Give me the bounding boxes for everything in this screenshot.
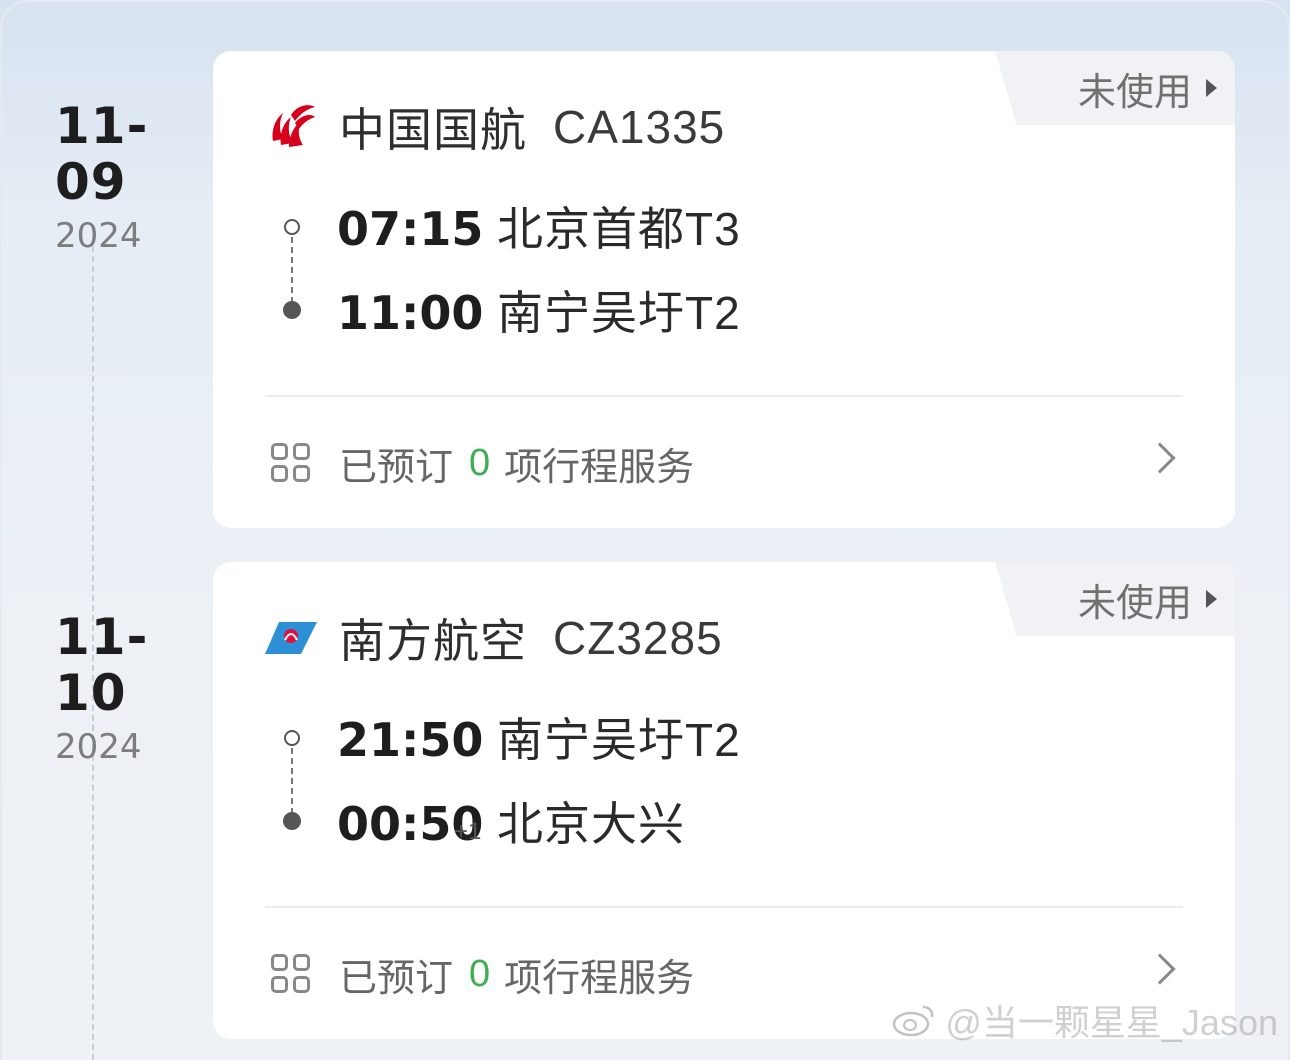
departure-dot-icon <box>284 730 300 746</box>
card-divider <box>265 906 1183 908</box>
airline-row: 中国国航 CA1335 <box>265 99 726 156</box>
segment-route-icon <box>281 714 305 844</box>
status-label: 未使用 <box>1077 582 1192 625</box>
services-prefix: 已预订 <box>339 446 454 489</box>
caret-right-icon <box>1206 590 1217 608</box>
trip-month-day: 11-10 <box>55 608 149 722</box>
chevron-right-icon <box>1144 442 1176 474</box>
services-count: 0 <box>469 441 491 484</box>
route-dashed-line <box>291 237 293 303</box>
arrival-day-offset: +1 <box>454 818 482 845</box>
flight-card[interactable]: 未使用 中国国航 CA1335 07:15 北京首都T3 11:00 南宁吴圩T… <box>213 51 1235 528</box>
trip-services-row[interactable]: 已预订 0 项行程服务 <box>269 435 1179 491</box>
route-dashed-line <box>291 748 293 814</box>
services-count: 0 <box>469 952 491 995</box>
arrival-airport: 南宁吴圩T2 <box>497 287 741 339</box>
status-tab[interactable]: 未使用 <box>995 562 1235 636</box>
services-suffix: 项行程服务 <box>504 957 695 1000</box>
departure-airport: 南宁吴圩T2 <box>497 714 741 766</box>
card-divider <box>265 395 1183 397</box>
caret-right-icon <box>1206 79 1217 97</box>
flight-number: CZ3285 <box>553 612 723 664</box>
services-prefix: 已预订 <box>339 957 454 1000</box>
watermark: @当一颗星星_Jason <box>891 994 1278 1046</box>
departure-time: 21:50 <box>337 713 484 767</box>
trip-year: 2024 <box>55 216 142 256</box>
segment-route-icon <box>281 203 305 333</box>
arrival-dot-icon <box>283 812 301 830</box>
arrival-airport: 北京大兴 <box>497 798 685 850</box>
trip-date: 11-09 2024 <box>55 98 195 256</box>
status-label: 未使用 <box>1077 71 1192 114</box>
weibo-icon <box>893 1005 934 1037</box>
flight-number: CA1335 <box>553 101 726 153</box>
airline-name: 中国国航 <box>339 104 527 156</box>
chevron-right-icon <box>1144 953 1176 985</box>
status-tab[interactable]: 未使用 <box>995 51 1235 125</box>
services-suffix: 项行程服务 <box>504 446 695 489</box>
trip-month-day: 11-09 <box>55 97 149 211</box>
china-southern-logo-icon <box>265 622 317 654</box>
grid-icon <box>269 952 313 996</box>
airline-name: 南方航空 <box>339 615 527 667</box>
grid-icon <box>269 441 313 485</box>
departure-airport: 北京首都T3 <box>497 203 741 255</box>
departure-dot-icon <box>284 219 300 235</box>
departure-time: 07:15 <box>337 202 484 256</box>
arrival-dot-icon <box>283 301 301 319</box>
airline-row: 南方航空 CZ3285 <box>265 610 723 667</box>
flight-card[interactable]: 未使用 南方航空 CZ3285 21:50 南宁吴圩T2 00:50 +1 北京… <box>213 562 1235 1039</box>
trip-date: 11-10 2024 <box>55 609 195 767</box>
air-china-logo-icon <box>272 105 315 147</box>
arrival-time: 11:00 <box>337 286 484 340</box>
watermark-text: @当一颗星星_Jason <box>945 1002 1278 1043</box>
trip-year: 2024 <box>55 727 142 767</box>
